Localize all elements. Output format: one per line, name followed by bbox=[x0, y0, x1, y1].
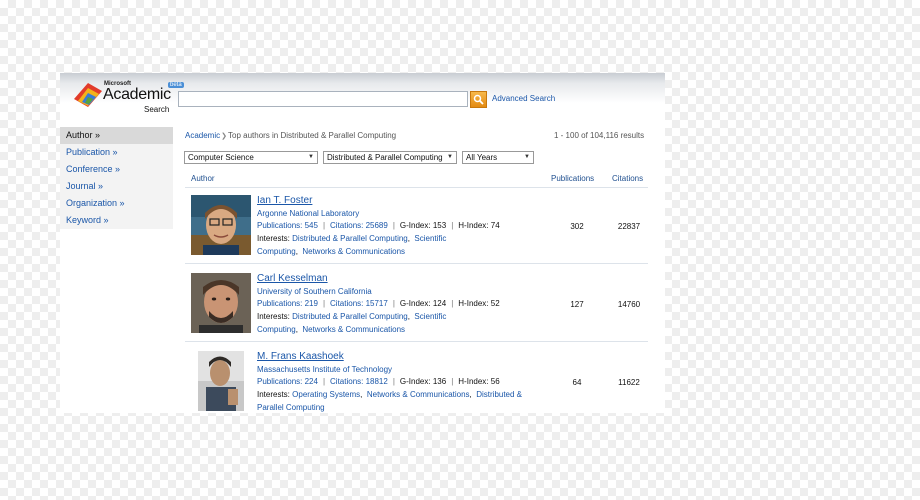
advanced-search-link[interactable]: Advanced Search bbox=[492, 94, 555, 103]
author-affiliation-link[interactable]: Argonne National Laboratory bbox=[257, 209, 359, 218]
h-index-label: H-Index: bbox=[458, 221, 489, 230]
academic-logo[interactable]: Microsoft Academic Search beta bbox=[72, 77, 184, 117]
header-divider bbox=[185, 187, 648, 188]
g-index-label: G-Index: bbox=[399, 221, 431, 230]
h-index-label: H-Index: bbox=[458, 299, 489, 308]
breadcrumb-academic-link[interactable]: Academic bbox=[185, 131, 220, 140]
results-count: 1 - 100 of 104,116 results bbox=[554, 131, 645, 140]
table-row: Ian T. Foster Argonne National Laborator… bbox=[185, 189, 648, 264]
citations-count: 14760 bbox=[617, 300, 641, 309]
publications-count: 127 bbox=[570, 300, 584, 309]
interest-link[interactable]: Distributed & Parallel Computing bbox=[292, 312, 408, 321]
author-interests: Interests: Distributed & Parallel Comput… bbox=[257, 234, 447, 256]
logo-search-text: Search bbox=[144, 105, 170, 114]
citations-count: 22837 bbox=[617, 222, 641, 231]
interest-link[interactable]: Networks & Communications bbox=[302, 325, 405, 334]
domain-select-value: Computer Science bbox=[188, 153, 254, 162]
chevron-right-icon: ❯ bbox=[221, 133, 227, 140]
subdomain-select[interactable]: Distributed & Parallel Computing ▼ bbox=[323, 151, 457, 164]
years-select[interactable]: All Years ▼ bbox=[462, 151, 534, 164]
caret-down-icon: ▼ bbox=[308, 154, 314, 160]
h-index-label: H-Index: bbox=[458, 377, 489, 386]
column-header-author[interactable]: Author bbox=[191, 174, 215, 183]
g-index-label: G-Index: bbox=[399, 377, 431, 386]
author-name-link[interactable]: Ian T. Foster bbox=[257, 195, 312, 206]
column-header-publications[interactable]: Publications bbox=[551, 174, 594, 183]
sidebar-item-publication[interactable]: Publication » bbox=[60, 144, 173, 161]
h-index-value: 74 bbox=[490, 221, 500, 230]
author-photo[interactable] bbox=[198, 351, 244, 411]
g-index-value: 124 bbox=[432, 299, 447, 308]
citations-link[interactable]: Citations: 18812 bbox=[330, 377, 388, 386]
publications-count: 64 bbox=[572, 378, 582, 387]
author-stats: Publications: 224 | Citations: 18812 | G-Ind… bbox=[257, 377, 500, 386]
sidebar-item-conference[interactable]: Conference » bbox=[60, 161, 173, 178]
search-input[interactable] bbox=[178, 91, 468, 107]
table-row: Carl Kesselman University of Southern Ca… bbox=[185, 267, 648, 342]
breadcrumb-current: Top authors in Distributed & Parallel Co… bbox=[228, 131, 397, 140]
citations-count: 11622 bbox=[618, 378, 640, 387]
publications-link[interactable]: Publications: 545 bbox=[257, 221, 318, 230]
publications-link[interactable]: Publications: 224 bbox=[257, 377, 318, 386]
caret-down-icon: ▼ bbox=[447, 154, 453, 160]
citations-link[interactable]: Citations: 15717 bbox=[330, 299, 388, 308]
h-index-value: 56 bbox=[490, 377, 500, 386]
author-stats: Publications: 219 | Citations: 15717 | G-Ind… bbox=[257, 299, 500, 308]
sidebar-item-author[interactable]: Author » bbox=[60, 127, 173, 144]
subdomain-select-value: Distributed & Parallel Computing bbox=[327, 153, 443, 162]
author-photo[interactable] bbox=[191, 195, 251, 255]
academic-logo-icon bbox=[74, 83, 102, 107]
logo-academic-text: Academic bbox=[103, 86, 171, 103]
search-button[interactable] bbox=[470, 91, 487, 108]
column-header-citations[interactable]: Citations bbox=[612, 174, 643, 183]
sidebar-item-journal[interactable]: Journal » bbox=[60, 178, 173, 195]
author-stats: Publications: 545 | Citations: 25689 | G-Ind… bbox=[257, 221, 500, 230]
interest-link[interactable]: Networks & Communications bbox=[367, 390, 470, 399]
publications-link[interactable]: Publications: 219 bbox=[257, 299, 318, 308]
years-select-value: All Years bbox=[466, 153, 498, 162]
g-index-value: 136 bbox=[432, 377, 447, 386]
magnifier-icon bbox=[473, 94, 484, 105]
interest-link[interactable]: Distributed & Parallel Computing bbox=[292, 234, 408, 243]
table-row: M. Frans Kaashoek Massachusetts Institut… bbox=[185, 345, 648, 413]
interest-link[interactable]: Operating Systems bbox=[292, 390, 360, 399]
author-name-link[interactable]: M. Frans Kaashoek bbox=[257, 351, 344, 362]
caret-down-icon: ▼ bbox=[524, 154, 530, 160]
author-interests: Interests: Distributed & Parallel Comput… bbox=[257, 312, 447, 334]
g-index-value: 153 bbox=[432, 221, 447, 230]
interests-label: Interests: bbox=[257, 312, 290, 321]
academic-search-page: Microsoft Academic Search beta Advanced … bbox=[60, 73, 665, 413]
h-index-value: 52 bbox=[490, 299, 500, 308]
author-name-link[interactable]: Carl Kesselman bbox=[257, 273, 328, 284]
interest-link[interactable]: Networks & Communications bbox=[302, 247, 405, 256]
interests-label: Interests: bbox=[257, 234, 290, 243]
interests-label: Interests: bbox=[257, 390, 290, 399]
sidebar-item-organization[interactable]: Organization » bbox=[60, 195, 173, 212]
header: Microsoft Academic Search beta Advanced … bbox=[60, 73, 665, 123]
sidebar: Author » Publication » Conference » Jour… bbox=[60, 127, 173, 229]
breadcrumb: Academic❯Top authors in Distributed & Pa… bbox=[185, 131, 396, 140]
g-index-label: G-Index: bbox=[399, 299, 431, 308]
citations-link[interactable]: Citations: 25689 bbox=[330, 221, 388, 230]
author-affiliation-link[interactable]: Massachusetts Institute of Technology bbox=[257, 365, 392, 374]
beta-badge: beta bbox=[168, 82, 184, 88]
author-affiliation-link[interactable]: University of Southern California bbox=[257, 287, 372, 296]
author-interests: Interests: Operating Systems, Networks &… bbox=[257, 390, 523, 412]
publications-count: 302 bbox=[570, 222, 584, 231]
author-photo[interactable] bbox=[191, 273, 251, 333]
domain-select[interactable]: Computer Science ▼ bbox=[184, 151, 318, 164]
sidebar-item-keyword[interactable]: Keyword » bbox=[60, 212, 173, 229]
